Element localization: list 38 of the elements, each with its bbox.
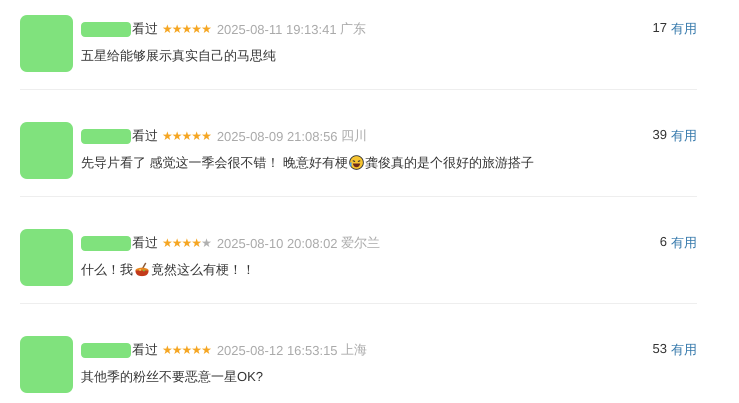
comment-time: 2025-08-09 21:08:56 bbox=[216, 128, 338, 144]
comment-text: 什么！我 竟然这么有梗！！ bbox=[81, 261, 256, 279]
vote-count: 17 bbox=[652, 20, 667, 37]
vote-count: 53 bbox=[652, 341, 667, 358]
comment-location: 广东 bbox=[340, 20, 366, 38]
status-label: 看过 bbox=[132, 20, 158, 38]
comment-location: 上海 bbox=[341, 341, 368, 359]
vote-count: 39 bbox=[652, 127, 667, 144]
useful-link[interactable]: 有用 bbox=[671, 234, 697, 252]
comment-text: 五星给能够展示真实自己的马思纯 bbox=[81, 47, 277, 65]
star-rating: ★★★★★ bbox=[162, 22, 211, 36]
useful-link[interactable]: 有用 bbox=[671, 341, 697, 359]
comment-time: 2025-08-11 19:13:41 bbox=[216, 22, 337, 36]
redacted-username bbox=[81, 342, 131, 358]
star-rating: ★★★★★ bbox=[162, 236, 211, 250]
status-label: 看过 bbox=[132, 127, 158, 145]
useful-link[interactable]: 有用 bbox=[671, 127, 697, 145]
star-rating: ★★★★★ bbox=[162, 129, 211, 143]
comment-location: 四川 bbox=[341, 127, 368, 145]
redacted-username bbox=[81, 22, 131, 36]
laughing-face-icon bbox=[349, 155, 364, 170]
redacted-avatar bbox=[20, 122, 73, 179]
status-label: 看过 bbox=[132, 234, 158, 252]
redacted-avatar bbox=[20, 15, 73, 72]
redacted-username bbox=[81, 236, 131, 250]
redacted-avatar bbox=[20, 336, 73, 393]
vote-count: 6 bbox=[660, 234, 667, 251]
status-label: 看过 bbox=[132, 341, 158, 359]
comment-time: 2025-08-10 20:08:02 bbox=[216, 236, 338, 250]
comment-location: 爱尔兰 bbox=[341, 234, 380, 252]
comment-text: 先导片看了 感觉这一季会很不错！ 晚意好有梗 龚俊真的是个很好的旅游搭子 bbox=[81, 154, 536, 172]
comment-text: 其他季的粉丝不要恶意一星OK? bbox=[81, 368, 264, 386]
redacted-username bbox=[81, 128, 131, 144]
useful-link[interactable]: 有用 bbox=[671, 20, 697, 38]
comment-time: 2025-08-12 16:53:15 bbox=[216, 342, 338, 358]
food-bowl-icon bbox=[134, 262, 150, 277]
redacted-avatar bbox=[20, 229, 73, 286]
star-rating: ★★★★★ bbox=[162, 343, 211, 357]
